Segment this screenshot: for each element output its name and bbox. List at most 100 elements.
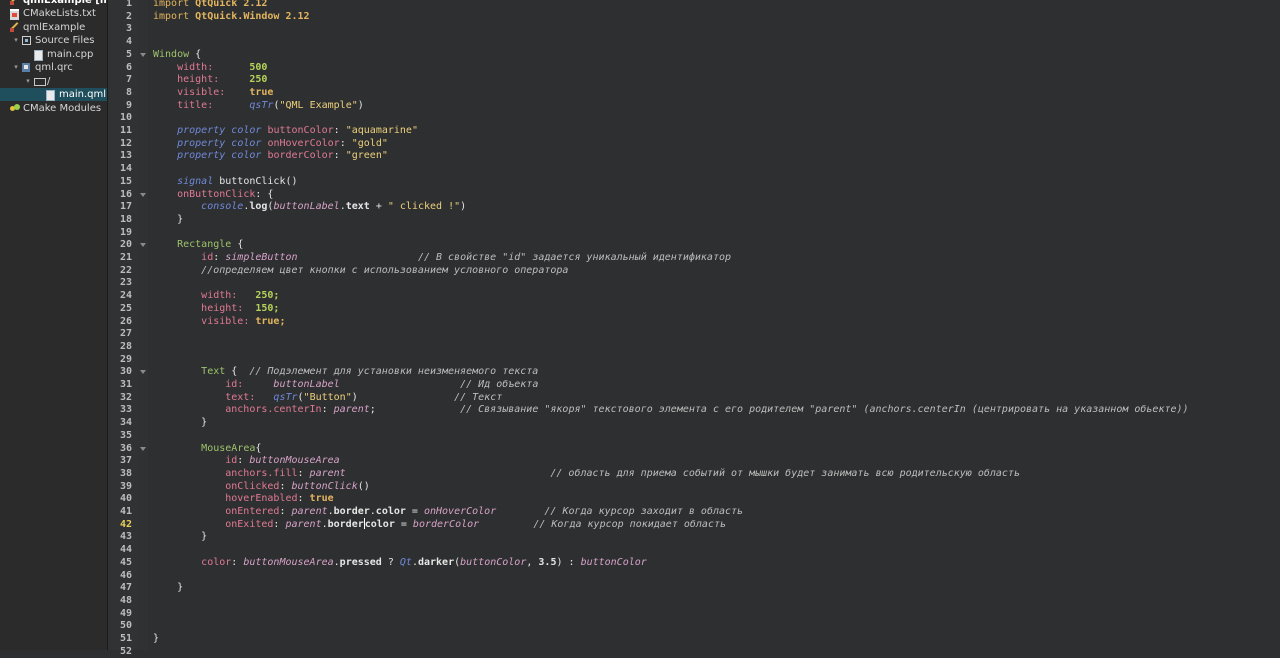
code-token: parent	[309, 467, 346, 479]
code-line[interactable]: visible: true;	[153, 315, 285, 328]
code-line[interactable]: visible: true	[153, 86, 273, 99]
code-line[interactable]: onButtonClick: {	[153, 188, 273, 201]
code-line[interactable]: import QtQuick.Window 2.12	[153, 10, 310, 23]
code-token: 250;	[255, 290, 280, 302]
code-line[interactable]: console.log(buttonLabel.text + " clicked…	[153, 200, 466, 213]
fold-marker-icon[interactable]	[140, 192, 146, 197]
line-number: 2	[125, 10, 132, 22]
tree-item-main-qml[interactable]: main.qml	[0, 88, 107, 102]
expand-arrow-icon[interactable]: ▾	[24, 75, 32, 88]
code-line[interactable]: onExited: parent.bordercolor = borderCol…	[153, 517, 726, 531]
tree-item-source-files[interactable]: ▾ Source Files	[0, 34, 107, 47]
code-token: color	[364, 518, 395, 530]
tree-item-[interactable]: ▾ /	[0, 75, 107, 88]
code-token: }	[153, 633, 160, 644]
code-line[interactable]: import QtQuick 2.12	[153, 0, 267, 10]
code-line[interactable]: }	[153, 213, 183, 226]
code-token: buttonMouseArea	[249, 455, 340, 467]
expand-arrow-icon[interactable]: ▾	[12, 61, 20, 74]
code-line[interactable]: MouseArea{	[153, 442, 261, 455]
code-line[interactable]: }	[153, 632, 159, 645]
code-line[interactable]: hoverEnabled: true	[153, 492, 334, 505]
code-line[interactable]: }	[153, 416, 207, 429]
cmake-icon	[10, 9, 19, 21]
code-line[interactable]: onEntered: parent.border.color = onHover…	[153, 505, 743, 518]
code-token: {	[195, 48, 202, 60]
code-line[interactable]: width: 250;	[153, 289, 279, 302]
code-line[interactable]: property color onHoverColor: "gold"	[153, 137, 388, 150]
code-token: onHoverColor	[423, 506, 497, 517]
code-line[interactable]: Window {	[153, 48, 201, 61]
code-line[interactable]: height: 250	[153, 73, 267, 86]
code-token: onButtonClick	[177, 188, 256, 200]
code-token: onEntered	[225, 506, 280, 517]
expand-arrow-icon[interactable]: ▾	[12, 34, 20, 47]
code-line[interactable]: height: 150;	[153, 302, 279, 315]
code-token: // область для приема событий от мышки б…	[550, 467, 1020, 479]
code-line[interactable]: title: qsTr("QML Example")	[153, 99, 364, 112]
line-number: 50	[119, 620, 132, 632]
code-line[interactable]: }	[153, 530, 207, 543]
code-token: Rectangle	[177, 239, 238, 251]
fold-marker-icon[interactable]	[140, 370, 146, 375]
code-line[interactable]: Rectangle {	[153, 238, 243, 251]
code-token: parent	[285, 518, 322, 530]
code-line[interactable]: text: qsTr("Button") // Текст	[153, 391, 502, 404]
code-token: buttonColor	[267, 125, 334, 136]
code-token: true	[309, 493, 334, 505]
code-line[interactable]: anchors.centerIn: parent; // Связывание …	[153, 403, 1188, 416]
code-token: title:	[177, 99, 214, 111]
fold-margin[interactable]	[138, 0, 148, 650]
line-number: 45	[119, 556, 132, 568]
code-line[interactable]: }	[153, 581, 183, 594]
code-token: // Ид объекта	[460, 379, 539, 390]
line-number: 19	[119, 226, 132, 238]
code-line[interactable]: anchors.fill: parent // область для прие…	[153, 467, 1020, 480]
tree-item-main-cpp[interactable]: main.cpp	[0, 48, 107, 61]
project-tree[interactable]: qmlExample [mast CMakeLists.txtqmlExample…	[0, 0, 108, 650]
tree-item-qml-qrc[interactable]: ▾ qml.qrc	[0, 61, 107, 74]
code-token: =	[405, 506, 424, 517]
line-number: 17	[119, 201, 132, 213]
code-line[interactable]: id: simpleButton // В свойстве "id" зада…	[153, 251, 731, 264]
fold-marker-icon[interactable]	[140, 243, 146, 248]
line-number: 10	[119, 112, 132, 124]
code-line[interactable]: property color borderColor: "green"	[153, 149, 388, 162]
line-number: 34	[119, 417, 132, 429]
code-line[interactable]: Text { // Подэлемент для установки неизм…	[153, 365, 538, 378]
code-token: color	[231, 150, 262, 162]
code-token: :	[321, 404, 334, 416]
code-line[interactable]: id: buttonMouseArea	[153, 454, 340, 467]
tree-item-cmakelists-txt[interactable]: CMakeLists.txt	[0, 7, 107, 21]
code-line[interactable]: signal buttonClick()	[153, 175, 297, 188]
tree-item-qmlexample-mast[interactable]: qmlExample [mast	[0, 0, 107, 7]
code-token: onClicked	[225, 480, 280, 492]
line-number: 15	[119, 175, 132, 187]
code-line[interactable]: width: 500	[153, 61, 267, 74]
qrc-icon	[22, 63, 30, 73]
code-line[interactable]: color: buttonMouseArea.pressed ? Qt.dark…	[153, 556, 647, 569]
line-number: 13	[119, 150, 132, 162]
fold-marker-icon[interactable]	[140, 446, 146, 451]
code-line[interactable]: //определяем цвет кнопки с использование…	[153, 264, 568, 277]
line-number: 6	[125, 61, 132, 73]
code-line[interactable]: id: buttonLabel // Ид объекта	[153, 378, 538, 391]
project-icon	[10, 23, 19, 32]
code-token: onExited	[225, 518, 274, 530]
tree-item-qmlexample[interactable]: qmlExample	[0, 21, 107, 34]
fold-marker-icon[interactable]	[140, 52, 146, 57]
tree-item-cmake-modules[interactable]: CMake Modules	[0, 102, 107, 115]
code-editor[interactable]: import QtQuick 2.12 import QtQuick.Window…	[148, 0, 1280, 650]
line-number: 1	[125, 0, 132, 9]
code-line[interactable]: property color buttonColor: "aquamarine"	[153, 124, 418, 137]
code-line[interactable]: onClicked: buttonClick()	[153, 480, 370, 493]
